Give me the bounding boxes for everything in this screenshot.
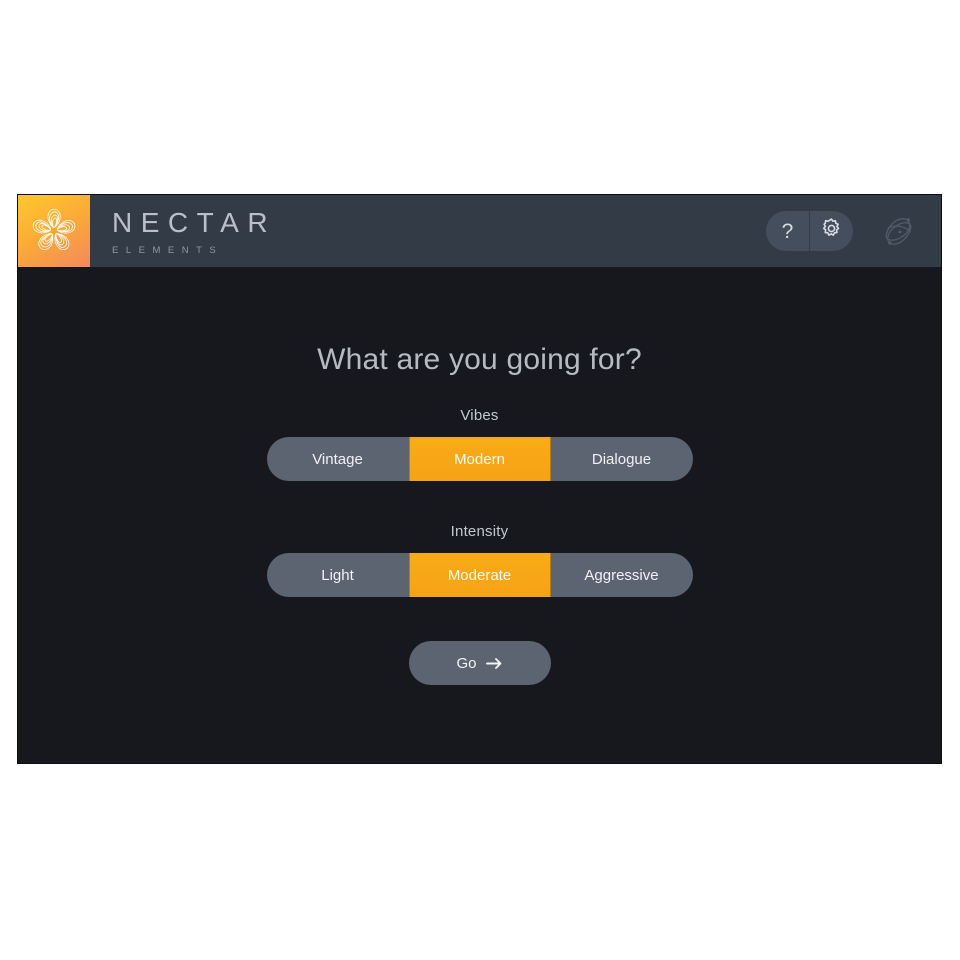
segment-aggressive[interactable]: Aggressive [551, 553, 693, 597]
control-group-vibes: Vibes Vintage Modern Dialogue [18, 407, 941, 481]
plugin-window: NECTAR ELEMENTS ? What are you going for… [18, 195, 941, 763]
brand-name: NECTAR [112, 206, 277, 238]
segment-dialogue[interactable]: Dialogue [551, 437, 693, 481]
utility-pill: ? [766, 211, 853, 251]
segment-light[interactable]: Light [267, 553, 409, 597]
arrow-right-icon [485, 657, 503, 670]
segment-vintage[interactable]: Vintage [267, 437, 409, 481]
go-button-label: Go [456, 654, 477, 672]
content-area: What are you going for? Vibes Vintage Mo… [18, 267, 941, 763]
control-group-intensity: Intensity Light Moderate Aggressive [18, 523, 941, 597]
izotope-logo-icon [875, 207, 923, 255]
header-actions: ? [766, 207, 941, 255]
settings-button[interactable] [810, 211, 853, 251]
header-bar: NECTAR ELEMENTS ? [18, 195, 941, 267]
help-button[interactable]: ? [766, 211, 809, 251]
brand-wordmark: NECTAR ELEMENTS [112, 195, 276, 268]
page-title: What are you going for? [317, 343, 642, 376]
segmented-control-intensity: Light Moderate Aggressive [266, 553, 693, 597]
brand-subtitle: ELEMENTS [112, 244, 224, 256]
nectar-pinwheel-logo-icon [18, 195, 90, 267]
go-button[interactable]: Go [408, 641, 551, 685]
go-row: Go [18, 641, 941, 685]
segment-moderate[interactable]: Moderate [408, 553, 551, 597]
gear-icon [820, 217, 843, 245]
group-label-intensity: Intensity [450, 523, 509, 540]
segment-modern[interactable]: Modern [408, 437, 551, 481]
segmented-control-vibes: Vintage Modern Dialogue [266, 437, 693, 481]
group-label-vibes: Vibes [460, 407, 499, 424]
